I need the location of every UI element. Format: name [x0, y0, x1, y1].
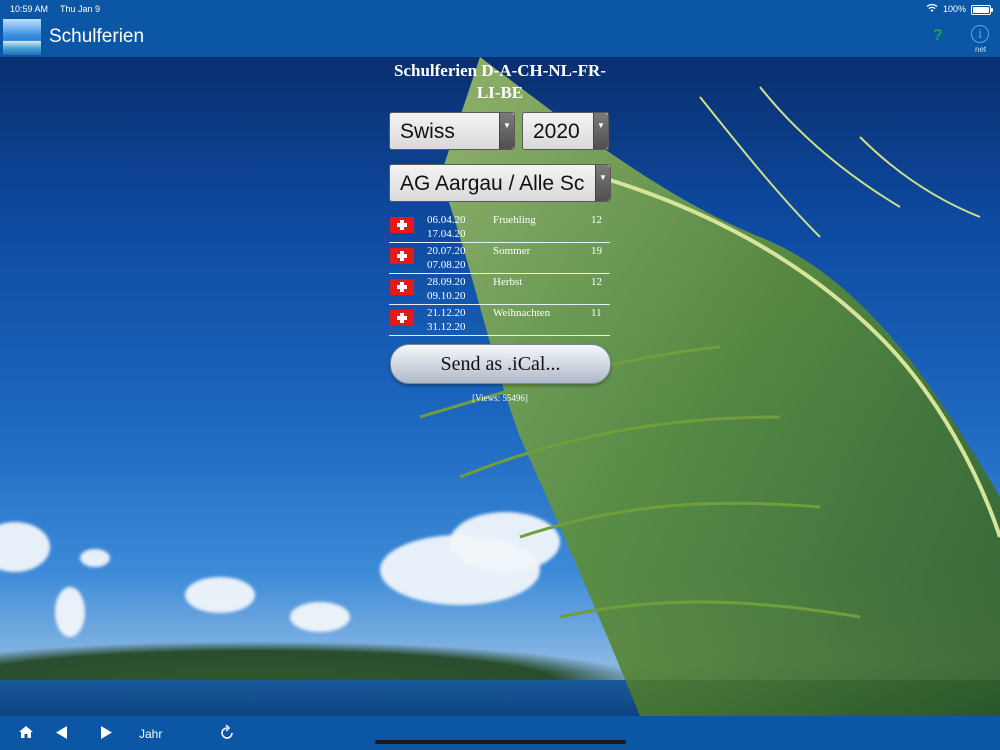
- status-bar: 10:59 AM Thu Jan 9 100%: [0, 0, 1000, 18]
- dropdown-arrow-icon: ▼: [595, 165, 610, 201]
- holiday-days: 19: [591, 245, 602, 257]
- holiday-start: 06.04.20: [427, 214, 466, 226]
- holiday-end: 17.04.20: [427, 228, 466, 240]
- dropdown-arrow-icon: ▼: [499, 113, 514, 149]
- year-button[interactable]: Jahr: [139, 727, 162, 741]
- holiday-end: 07.08.20: [427, 259, 466, 271]
- holiday-days: 11: [591, 307, 602, 319]
- send-ical-button[interactable]: Send as .iCal...: [390, 344, 611, 384]
- wifi-icon: [926, 4, 938, 12]
- holiday-name: Weihnachten: [493, 307, 551, 319]
- help-button[interactable]: ?: [933, 27, 943, 45]
- holiday-start: 20.07.20: [427, 245, 466, 257]
- nav-bar: Schulferien ? i net: [0, 18, 1000, 57]
- holiday-start: 28.09.20: [427, 276, 466, 288]
- holiday-name: Herbst: [493, 276, 523, 288]
- info-button[interactable]: i: [971, 25, 989, 43]
- year-select[interactable]: 2020 ▼: [522, 112, 609, 150]
- holiday-start: 21.12.20: [427, 307, 466, 319]
- refresh-icon[interactable]: [219, 724, 235, 740]
- year-select-value: 2020: [533, 120, 580, 143]
- triangle-right-icon[interactable]: [100, 726, 112, 739]
- triangle-left-icon[interactable]: [56, 726, 68, 739]
- swiss-flag-icon: [390, 217, 414, 233]
- holiday-end: 31.12.20: [427, 321, 466, 333]
- battery-icon: [971, 5, 993, 15]
- country-select-value: Swiss: [400, 120, 455, 143]
- holiday-row: 21.12.20 31.12.20 Weihnachten 11: [389, 305, 610, 336]
- bottom-toolbar: Jahr: [0, 716, 1000, 750]
- region-select-value: AG Aargau / Alle Sc: [400, 172, 585, 195]
- home-indicator: [375, 740, 626, 744]
- swiss-flag-icon: [390, 279, 414, 295]
- swiss-flag-icon: [390, 248, 414, 264]
- views-count: [Views: 55496]: [472, 393, 528, 403]
- swiss-flag-icon: [390, 310, 414, 326]
- battery-percent: 100%: [942, 4, 966, 14]
- page-heading: Schulferien D-A-CH-NL-FR-LI-BE: [394, 61, 606, 102]
- app-thumbnail: [3, 19, 41, 55]
- holiday-row: 20.07.20 07.08.20 Sommer 19: [389, 243, 610, 274]
- dropdown-arrow-icon: ▼: [593, 113, 608, 149]
- background-image: [0, 57, 1000, 716]
- holiday-days: 12: [591, 214, 602, 226]
- page-title: Schulferien: [49, 26, 145, 47]
- holiday-name: Sommer: [493, 245, 531, 257]
- status-time: 10:59 AM: [10, 4, 49, 14]
- holiday-list: 06.04.20 17.04.20 Fruehling 12 20.07.20 …: [389, 212, 610, 336]
- info-sublabel: net: [975, 45, 987, 54]
- palm-leaves: [419, 57, 1000, 716]
- holiday-days: 12: [591, 276, 602, 288]
- holiday-end: 09.10.20: [427, 290, 466, 302]
- country-select[interactable]: Swiss ▼: [389, 112, 515, 150]
- holiday-row: 06.04.20 17.04.20 Fruehling 12: [389, 212, 610, 243]
- region-select[interactable]: AG Aargau / Alle Sc ▼: [389, 164, 611, 202]
- holiday-name: Fruehling: [493, 214, 536, 226]
- home-icon[interactable]: [19, 726, 33, 738]
- holiday-row: 28.09.20 09.10.20 Herbst 12: [389, 274, 610, 305]
- status-date: Thu Jan 9: [60, 4, 101, 14]
